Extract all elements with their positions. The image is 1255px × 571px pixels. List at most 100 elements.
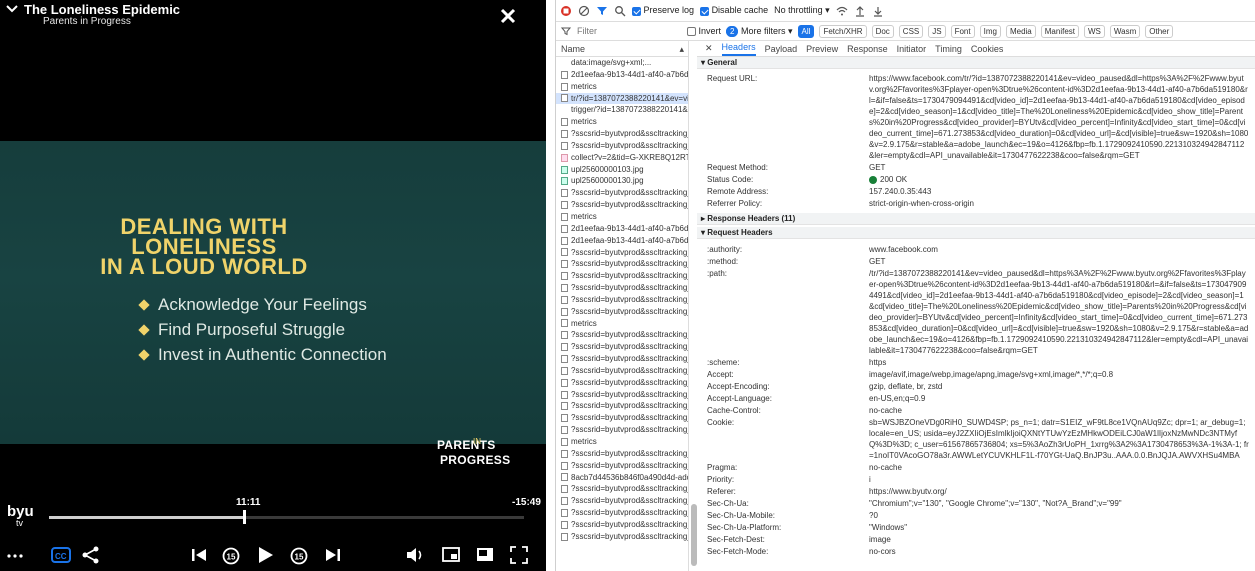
tab-response[interactable]: Response	[847, 44, 888, 56]
request-row[interactable]: ?sscsrid=byutvprod&sscltracking_s...	[556, 199, 688, 211]
request-row[interactable]: upl25600000103.jpg	[556, 164, 688, 176]
next-icon[interactable]	[322, 544, 344, 566]
video-frame[interactable]: DEALING WITH LONELINESS IN A LOUD WORLD …	[0, 141, 546, 467]
request-row[interactable]: 2d1eefaa-9b13-44d1-af40-a7b6da5...	[556, 69, 688, 81]
type-filter-manifest[interactable]: Manifest	[1040, 24, 1079, 38]
general-section-header[interactable]: ▾ General	[697, 57, 1255, 69]
disable-cache-checkbox[interactable]: Disable cache	[700, 5, 768, 16]
request-row[interactable]: collect?v=2&tid=G-XKRE8Q12RT&gt...	[556, 152, 688, 164]
volume-icon[interactable]	[404, 544, 426, 566]
video-player[interactable]: The Loneliness Epidemic Parents in Progr…	[0, 0, 546, 571]
invert-checkbox[interactable]: Invert	[687, 26, 721, 37]
progress-bar[interactable]	[49, 516, 524, 519]
request-row[interactable]: tr/?id=1387072388220141&ev=vide...	[556, 92, 688, 105]
close-icon[interactable]	[498, 6, 518, 26]
type-filter-media[interactable]: Media	[1005, 24, 1036, 38]
tab-preview[interactable]: Preview	[806, 44, 838, 56]
previous-icon[interactable]	[188, 544, 210, 566]
tab-close-icon[interactable]: ✕	[705, 43, 713, 56]
request-row[interactable]: ?sscsrid=byutvprod&sscltracking_s...	[556, 329, 688, 341]
progress-scrubber[interactable]	[243, 510, 246, 524]
request-row[interactable]: ?sscsrid=byutvprod&sscltracking_s...	[556, 377, 688, 389]
type-filter-all[interactable]: All	[797, 24, 815, 38]
play-icon[interactable]	[254, 544, 276, 566]
search-icon[interactable]	[614, 5, 626, 17]
type-filter-js[interactable]: JS	[928, 24, 946, 38]
type-filter-font[interactable]: Font	[950, 24, 975, 38]
request-row[interactable]: data:image/svg+xml;...	[556, 57, 688, 69]
request-row[interactable]: metrics	[556, 318, 688, 330]
request-row[interactable]: ?sscsrid=byutvprod&sscltracking_s...	[556, 365, 688, 377]
filter-input[interactable]: Filter	[577, 26, 682, 36]
type-filter-css[interactable]: CSS	[898, 24, 924, 38]
request-row[interactable]: 2d1eefaa-9b13-44d1-af40-a7b6da5...	[556, 235, 688, 247]
request-row[interactable]: ?sscsrid=byutvprod&sscltracking_s...	[556, 270, 688, 282]
fullscreen-icon[interactable]	[508, 544, 530, 566]
request-row[interactable]: ?sscsrid=byutvprod&sscltracking_s...	[556, 294, 688, 306]
preserve-log-checkbox[interactable]: Preserve log	[632, 5, 694, 16]
request-row[interactable]: ?sscsrid=byutvprod&sscltracking_s...	[556, 400, 688, 412]
picture-in-picture-icon[interactable]	[474, 544, 496, 566]
request-row[interactable]: ?sscsrid=byutvprod&sscltracking_s...	[556, 282, 688, 294]
request-row[interactable]: ?sscsrid=byutvprod&sscltracking_s...	[556, 424, 688, 436]
request-name: ?sscsrid=byutvprod&sscltracking_s...	[571, 413, 688, 423]
request-row[interactable]: ?sscsrid=byutvprod&sscltracking_s...	[556, 460, 688, 472]
type-filter-fetch-xhr[interactable]: Fetch/XHR	[819, 24, 867, 38]
request-name: ?sscsrid=byutvprod&sscltracking_s...	[571, 496, 688, 506]
request-row[interactable]: ?sscsrid=byutvprod&sscltracking_s...	[556, 247, 688, 259]
tab-payload[interactable]: Payload	[765, 44, 798, 56]
record-stop-icon[interactable]	[560, 5, 572, 17]
export-har-icon[interactable]	[872, 5, 884, 17]
more-options-icon[interactable]	[4, 544, 26, 566]
request-headers-section-header[interactable]: ▾ Request Headers	[697, 227, 1255, 239]
response-headers-section-header[interactable]: ▸ Response Headers (11)	[697, 213, 1255, 225]
request-row[interactable]: metrics	[556, 116, 688, 128]
import-har-icon[interactable]	[854, 5, 866, 17]
request-row[interactable]: ?sscsrid=byutvprod&sscltracking_s...	[556, 389, 688, 401]
tab-initiator[interactable]: Initiator	[897, 44, 927, 56]
header-key: Referrer Policy:	[707, 199, 763, 208]
type-filter-ws[interactable]: WS	[1083, 24, 1105, 38]
request-row[interactable]: ?sscsrid=byutvprod&sscltracking_s...	[556, 306, 688, 318]
request-row[interactable]: ?sscsrid=byutvprod&sscltracking_s...	[556, 531, 688, 543]
type-filter-wasm[interactable]: Wasm	[1109, 24, 1141, 38]
request-row[interactable]: ?sscsrid=byutvprod&sscltracking_s...	[556, 483, 688, 495]
type-filter-other[interactable]: Other	[1145, 24, 1174, 38]
request-row[interactable]: ?sscsrid=byutvprod&sscltracking_s...	[556, 448, 688, 460]
mini-player-icon[interactable]	[440, 544, 462, 566]
request-row[interactable]: 8acb7d44536b846f0a490d4d-adobe...	[556, 472, 688, 484]
throttling-select[interactable]: No throttling ▾	[774, 5, 830, 16]
request-row[interactable]: metrics	[556, 436, 688, 448]
request-row[interactable]: metrics	[556, 211, 688, 223]
request-row[interactable]: ?sscsrid=byutvprod&sscltracking_s...	[556, 507, 688, 519]
request-row[interactable]: ?sscsrid=byutvprod&sscltracking_s...	[556, 519, 688, 531]
chevron-down-icon[interactable]	[5, 4, 19, 14]
request-row[interactable]: ?sscsrid=byutvprod&sscltracking_s...	[556, 495, 688, 507]
request-row[interactable]: trigger/?id=1387072388220141&ev...	[556, 104, 688, 116]
type-filter-img[interactable]: Img	[979, 24, 1001, 38]
rewind-15-icon[interactable]: 15	[220, 544, 242, 566]
header-key: Accept-Language:	[707, 394, 772, 403]
tab-headers[interactable]: Headers	[721, 42, 756, 56]
tab-cookies[interactable]: Cookies	[971, 44, 1004, 56]
request-row[interactable]: ?sscsrid=byutvprod&sscltracking_s...	[556, 341, 688, 353]
request-row[interactable]: 2d1eefaa-9b13-44d1-af40-a7b6da5...	[556, 223, 688, 235]
request-row[interactable]: ?sscsrid=byutvprod&sscltracking_s...	[556, 258, 688, 270]
request-row[interactable]: ?sscsrid=byutvprod&sscltracking_s...	[556, 187, 688, 199]
filter-icon[interactable]	[596, 5, 608, 17]
request-row[interactable]: upl25600000130.jpg	[556, 175, 688, 187]
request-row[interactable]: ?sscsrid=byutvprod&sscltracking_s...	[556, 140, 688, 152]
request-row[interactable]: metrics	[556, 81, 688, 93]
name-column-header[interactable]: Name ▴	[556, 41, 688, 57]
request-row[interactable]: ?sscsrid=byutvprod&sscltracking_s...	[556, 353, 688, 365]
request-row[interactable]: ?sscsrid=byutvprod&sscltracking_s...	[556, 412, 688, 424]
clear-icon[interactable]	[578, 5, 590, 17]
tab-timing[interactable]: Timing	[935, 44, 962, 56]
forward-15-icon[interactable]: 15	[288, 544, 310, 566]
type-filter-doc[interactable]: Doc	[871, 24, 894, 38]
request-row[interactable]: ?sscsrid=byutvprod&sscltracking_s...	[556, 128, 688, 140]
more-filters-button[interactable]: 2 More filters ▾	[726, 25, 793, 37]
share-icon[interactable]	[80, 544, 102, 566]
network-conditions-icon[interactable]	[836, 5, 848, 17]
closed-captions-icon[interactable]: CC	[50, 544, 72, 566]
